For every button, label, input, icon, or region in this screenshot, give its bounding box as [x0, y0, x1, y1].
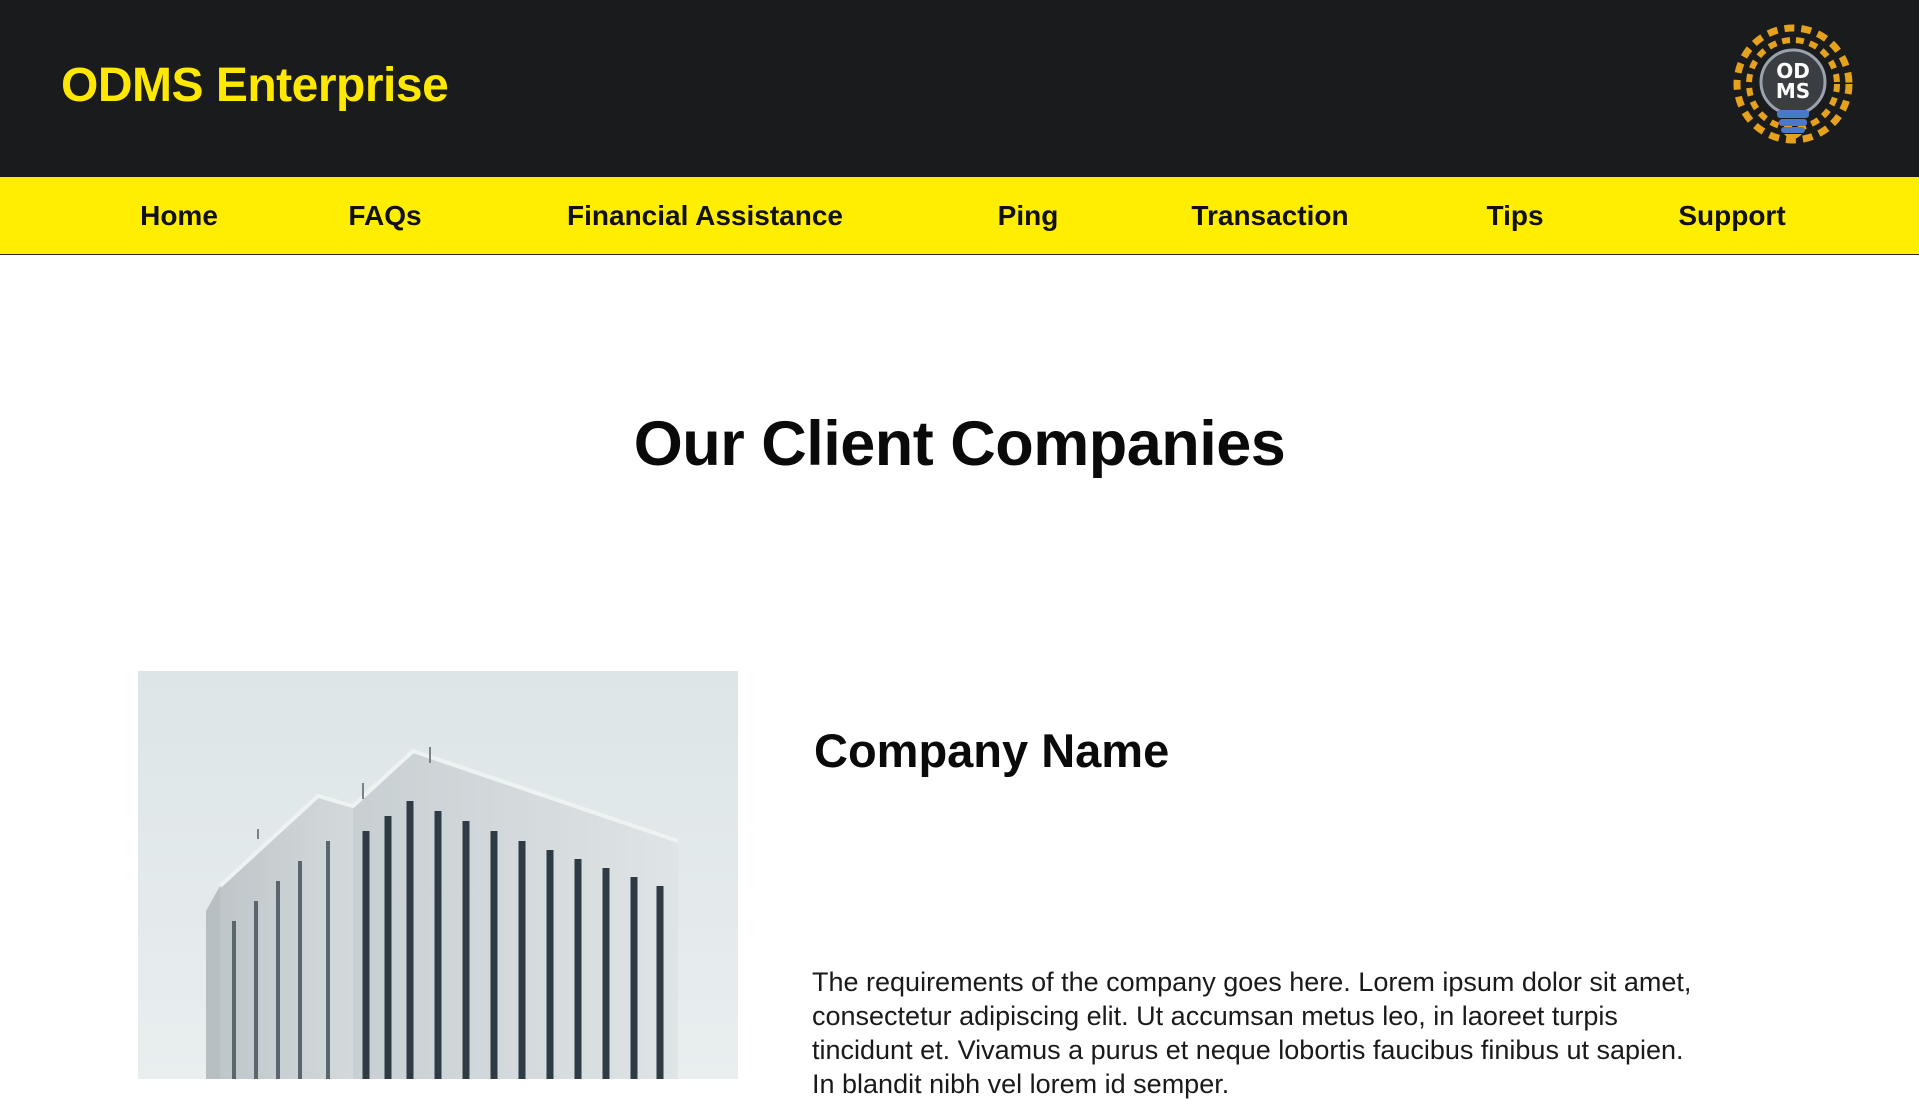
nav-ping[interactable]: Ping [998, 177, 1059, 254]
office-building-photo [138, 671, 738, 1079]
company-description: The requirements of the company goes her… [812, 967, 1692, 1099]
main-nav: Home FAQs Financial Assistance Ping Tran… [0, 177, 1919, 255]
nav-transaction[interactable]: Transaction [1191, 177, 1348, 254]
company-image [138, 671, 738, 1079]
logo-text-line2: MS [1776, 79, 1810, 103]
lightbulb-logo-icon[interactable]: OD MS [1726, 22, 1860, 152]
top-header: ODMS Enterprise OD MS [0, 0, 1919, 177]
company-name: Company Name [814, 724, 1170, 777]
nav-support[interactable]: Support [1678, 177, 1785, 254]
nav-home[interactable]: Home [140, 177, 218, 254]
page-title: Our Client Companies [633, 409, 1286, 479]
nav-tips[interactable]: Tips [1486, 177, 1543, 254]
nav-financial-assistance[interactable]: Financial Assistance [567, 177, 843, 254]
nav-faqs[interactable]: FAQs [348, 177, 421, 254]
brand-title[interactable]: ODMS Enterprise [61, 58, 449, 113]
